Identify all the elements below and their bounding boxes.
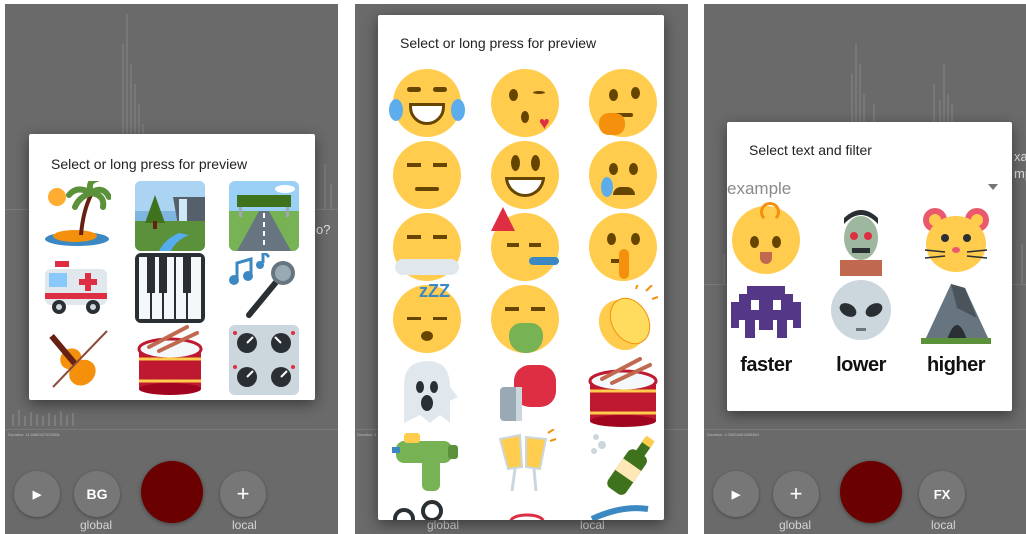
sleeping-face-icon[interactable]: zZZ: [392, 281, 462, 355]
next-row-preview: [393, 500, 649, 520]
piano-keys-icon[interactable]: [135, 253, 205, 323]
zombie-icon[interactable]: [826, 206, 896, 276]
filter-lower[interactable]: lower: [826, 350, 896, 420]
dialog-title: Select text and filter: [749, 142, 872, 158]
screen-emoji-picker: Duration: 1.1 global local Select or lon…: [355, 4, 688, 534]
status-line: Duration: 11.8480407025308: [8, 432, 60, 437]
highway-icon[interactable]: [229, 181, 299, 251]
ghost-icon[interactable]: [392, 357, 462, 427]
champagne-bottle-icon[interactable]: [588, 429, 658, 499]
waterfall-icon[interactable]: [135, 181, 205, 251]
background-text-bottom: mp: [1014, 166, 1026, 181]
dialog-title: Select or long press for preview: [400, 35, 597, 51]
add-global-button[interactable]: +: [773, 471, 819, 517]
grinning-face-icon[interactable]: [490, 141, 560, 211]
play-button[interactable]: ▶: [713, 471, 759, 517]
text-filter-dialog: Select text and filter example faster lo…: [727, 122, 1012, 411]
sound-picker-dialog: Select or long press for preview: [29, 134, 315, 400]
status-line: Duration: 1.1: [357, 432, 380, 437]
kissing-face-icon[interactable]: ♥: [490, 69, 560, 139]
background-text: o?: [316, 222, 331, 237]
clapping-hands-icon[interactable]: [588, 282, 659, 355]
fx-button[interactable]: FX: [919, 471, 965, 517]
global-label: global: [80, 518, 113, 532]
filter-text-dropdown[interactable]: example: [727, 176, 1002, 200]
champagne-glasses-icon[interactable]: [490, 428, 560, 499]
record-button[interactable]: [840, 461, 902, 523]
screen-text-filter: Duration: 1.00634061895484 xa mp ▶ + FX …: [704, 4, 1026, 534]
microphone-icon[interactable]: [229, 253, 299, 323]
unamused-face-icon[interactable]: [392, 141, 462, 211]
global-label: global: [427, 518, 460, 532]
local-label: local: [232, 518, 257, 532]
space-invader-icon[interactable]: [731, 278, 801, 348]
steam-face-icon[interactable]: [392, 213, 462, 283]
alien-icon[interactable]: [826, 278, 896, 348]
drum-icon[interactable]: [588, 357, 658, 427]
baby-icon[interactable]: [731, 202, 801, 276]
island-icon[interactable]: [41, 181, 111, 251]
tears-of-joy-icon[interactable]: [389, 69, 465, 139]
background-text-top: xa: [1014, 149, 1026, 164]
drum-icon[interactable]: [135, 325, 205, 395]
record-button[interactable]: [141, 461, 203, 523]
filter-text-value: example: [727, 179, 792, 198]
water-pistol-icon[interactable]: [392, 429, 462, 499]
sad-tear-face-icon[interactable]: [588, 141, 658, 211]
add-local-button[interactable]: +: [220, 471, 266, 517]
violin-icon[interactable]: [41, 325, 111, 395]
control-knobs-icon[interactable]: [229, 325, 299, 395]
vomiting-face-icon[interactable]: [490, 285, 560, 355]
filter-faster[interactable]: faster: [731, 350, 801, 420]
hamster-icon[interactable]: [921, 206, 991, 276]
screen-island-picker: Duration: 11.8480407025308 o? ▶ BG + glo…: [5, 4, 338, 534]
boxing-glove-icon[interactable]: [490, 357, 560, 427]
dialog-title: Select or long press for preview: [51, 156, 248, 172]
sound-picker-dialog: Select or long press for preview ♥ zZZ: [378, 15, 664, 520]
local-label: local: [931, 518, 956, 532]
party-face-icon[interactable]: [490, 207, 560, 283]
local-label: local: [580, 518, 605, 532]
filter-higher[interactable]: higher: [921, 350, 991, 420]
status-line: Duration: 1.00634061895484: [707, 432, 759, 437]
ambulance-icon[interactable]: [41, 253, 111, 323]
global-label: global: [779, 518, 812, 532]
cave-icon[interactable]: [921, 278, 991, 348]
dropdown-arrow-icon: [988, 184, 998, 190]
play-button[interactable]: ▶: [14, 471, 60, 517]
thinking-face-icon[interactable]: [588, 69, 658, 139]
bg-button[interactable]: BG: [74, 471, 120, 517]
shushing-face-icon[interactable]: [588, 213, 658, 283]
